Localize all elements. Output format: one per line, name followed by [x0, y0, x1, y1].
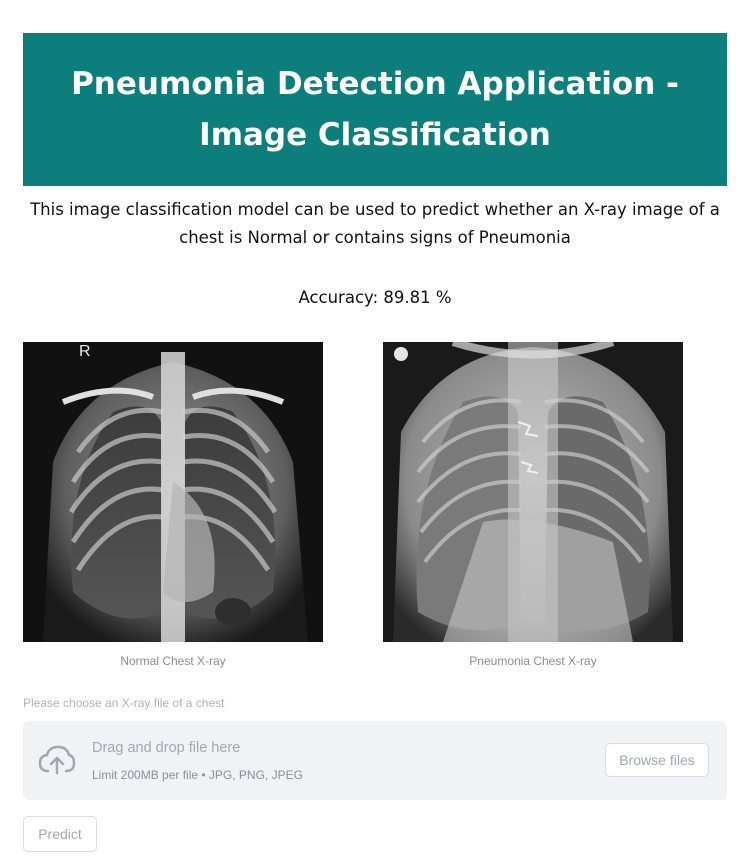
browse-files-button[interactable]: Browse files: [605, 743, 709, 777]
file-dropzone[interactable]: Drag and drop file here Limit 200MB per …: [23, 721, 727, 800]
xray-marker-r: R: [79, 343, 91, 360]
header-banner: Pneumonia Detection Application - Image …: [23, 33, 727, 186]
predict-button[interactable]: Predict: [23, 816, 97, 852]
pneumonia-xray-caption: Pneumonia Chest X-ray: [469, 654, 597, 668]
pneumonia-xray-image: [383, 342, 683, 642]
dropzone-title: Drag and drop file here: [92, 740, 241, 756]
normal-xray-caption: Normal Chest X-ray: [120, 654, 226, 668]
dropzone-limit: Limit 200MB per file • JPG, PNG, JPEG: [92, 768, 303, 782]
app-description: This image classification model can be u…: [30, 200, 720, 247]
cloud-upload-icon: [38, 745, 76, 775]
page-title: Pneumonia Detection Application - Image …: [71, 65, 679, 153]
accuracy-text: Accuracy: 89.81 %: [298, 288, 452, 307]
uploader-label: Please choose an X-ray file of a chest: [23, 696, 225, 710]
normal-xray-image: R: [23, 342, 323, 642]
